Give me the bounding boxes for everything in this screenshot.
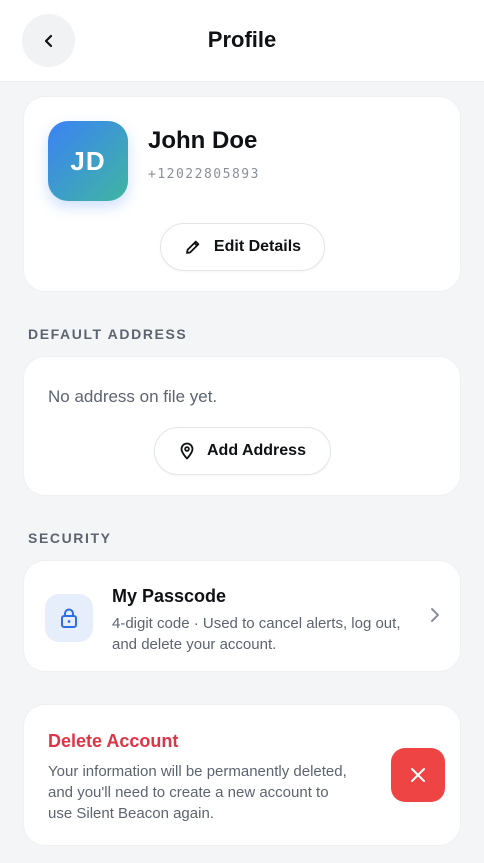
avatar: JD (48, 121, 128, 201)
close-icon (411, 768, 425, 782)
delete-account-card: Delete Account Your information will be … (23, 704, 461, 846)
profile-card: JD John Doe +12022805893 Edit Details (23, 96, 461, 292)
delete-account-title: Delete Account (48, 731, 179, 751)
add-address-label: Add Address (207, 442, 306, 459)
address-empty-text: No address on file yet. (48, 387, 218, 406)
security-heading: SECURITY (28, 530, 112, 546)
address-card: No address on file yet. Add Address (23, 356, 461, 496)
edit-details-button[interactable]: Edit Details (160, 223, 325, 271)
default-address-heading: DEFAULT ADDRESS (28, 326, 188, 342)
passcode-title: My Passcode (112, 586, 227, 606)
edit-details-label: Edit Details (213, 238, 302, 255)
add-address-button[interactable]: Add Address (154, 427, 331, 475)
map-pin-icon (180, 442, 194, 460)
chevron-right-icon (431, 608, 439, 622)
profile-name: John Doe (148, 127, 258, 154)
profile-phone: +12022805893 (148, 167, 260, 182)
passcode-row[interactable]: My Passcode 4-digit code · Used to cance… (23, 560, 461, 672)
pencil-icon (186, 240, 200, 254)
top-bar: Profile (0, 0, 484, 82)
delete-account-description: Your information will be permanently del… (48, 763, 347, 822)
lock-tile (45, 594, 93, 642)
lock-icon (61, 608, 77, 628)
passcode-description: 4-digit code · Used to cancel alerts, lo… (112, 615, 401, 653)
page-title: Profile (207, 27, 277, 52)
delete-account-button[interactable] (391, 748, 445, 802)
